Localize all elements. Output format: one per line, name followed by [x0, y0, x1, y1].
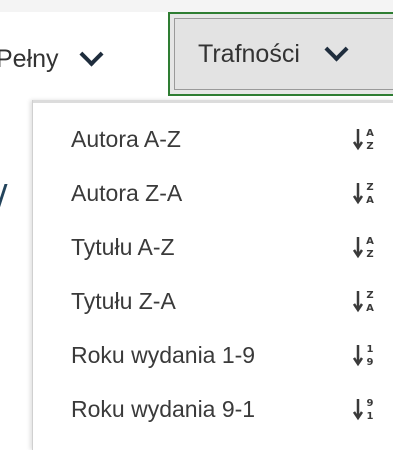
sort-option-year-asc[interactable]: Roku wydania 1-9 1 9	[33, 328, 393, 382]
svg-text:9: 9	[367, 357, 374, 368]
sort-alpha-desc-icon: Z A	[353, 290, 374, 314]
sort-option-title-desc[interactable]: Tytułu Z-A Z A	[33, 274, 393, 328]
sort-alpha-asc-icon: A Z	[353, 128, 374, 152]
sort-option-label: Roku wydania 9-1	[71, 395, 256, 422]
dropdown-top-edge	[33, 100, 393, 103]
svg-text:A: A	[366, 128, 374, 139]
sort-select[interactable]: Trafności	[168, 12, 393, 96]
toolbar-background	[0, 0, 393, 12]
svg-text:1: 1	[367, 411, 374, 422]
sort-option-label: Tytułu Z-A	[71, 287, 176, 314]
sort-option-author-asc[interactable]: Autora A-Z A Z	[33, 112, 393, 166]
svg-text:Z: Z	[366, 249, 373, 260]
format-select-value: Pełny	[0, 44, 59, 73]
svg-text:9: 9	[367, 398, 374, 409]
sort-alpha-asc-icon: A Z	[353, 236, 374, 260]
sort-option-label: Autora A-Z	[71, 125, 181, 152]
svg-text:Z: Z	[366, 182, 373, 193]
sort-option-author-desc[interactable]: Autora Z-A Z A	[33, 166, 393, 220]
chevron-down-icon	[79, 41, 104, 67]
toolbar: Pełny Trafności	[0, 0, 393, 108]
sort-numeric-asc-icon: 1 9	[353, 344, 374, 368]
svg-text:A: A	[366, 236, 374, 247]
svg-text:1: 1	[367, 344, 374, 355]
sort-option-year-desc[interactable]: Roku wydania 9-1 9 1	[33, 382, 393, 436]
svg-text:Z: Z	[366, 141, 373, 152]
background-fragment	[0, 184, 14, 212]
sort-option-label: Roku wydania 1-9	[71, 341, 256, 368]
sort-option-title-asc[interactable]: Tytułu A-Z A Z	[33, 220, 393, 274]
svg-text:Z: Z	[366, 290, 373, 301]
sort-option-label: Autora Z-A	[71, 179, 183, 206]
sort-option-label: Tytułu A-Z	[71, 233, 175, 260]
sort-numeric-desc-icon: 9 1	[353, 398, 374, 422]
sort-select-value: Trafności	[198, 39, 300, 68]
svg-text:A: A	[366, 195, 374, 206]
sort-dropdown-menu: Autora A-Z A Z Autora Z-A Z A Tytułu A-Z…	[32, 100, 393, 450]
sort-alpha-desc-icon: Z A	[353, 182, 374, 206]
svg-text:A: A	[366, 303, 374, 314]
format-select[interactable]: Pełny	[0, 24, 150, 94]
